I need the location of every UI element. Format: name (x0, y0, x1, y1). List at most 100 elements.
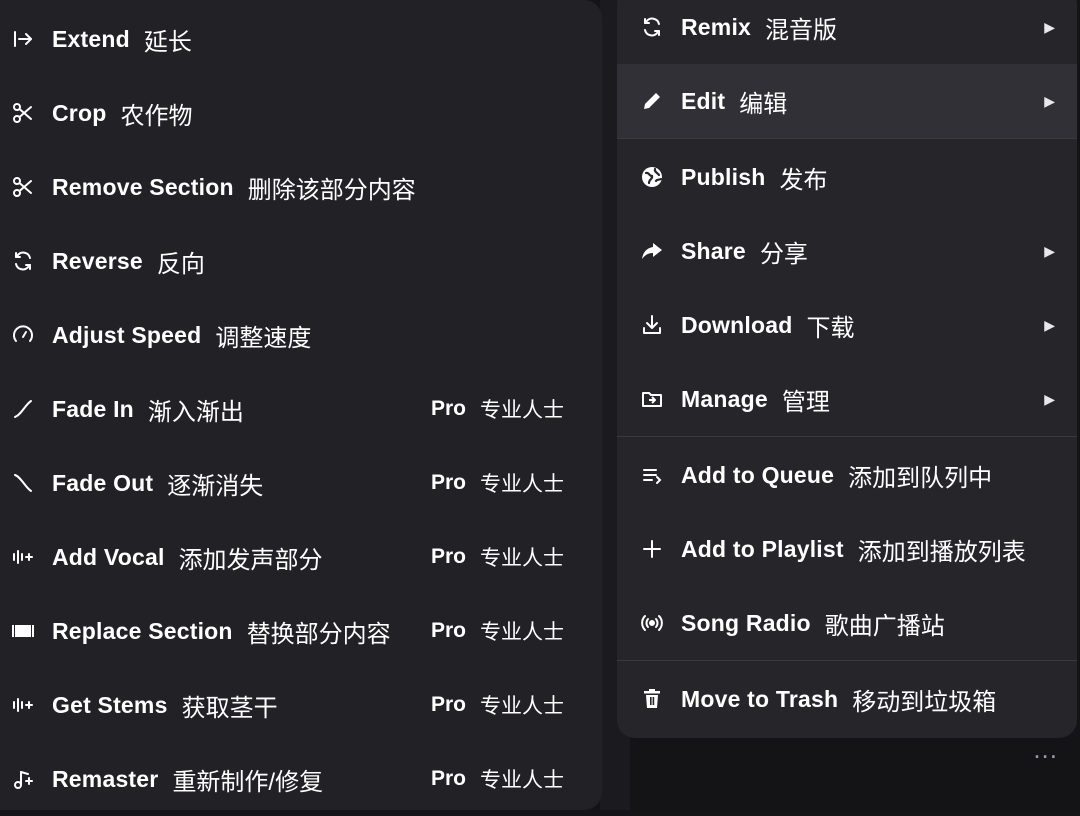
pro-badge: Pro 专业人士 (431, 690, 564, 720)
menu-item-label: Edit (681, 87, 726, 114)
menu-item-remix[interactable]: Remix 混音版 ▶ (617, 0, 1077, 64)
radio-icon (637, 608, 667, 638)
plus-icon (637, 534, 667, 564)
chevron-right-icon: ▶ (1044, 242, 1055, 259)
menu-item-label: Song Radio (681, 609, 811, 636)
menu-item-label: Add Vocal (52, 543, 165, 570)
menu-item-label: Add to Queue (681, 461, 835, 488)
menu-item-share[interactable]: Share 分享 ▶ (617, 214, 1077, 288)
menu-item-label: Remix (681, 13, 752, 40)
menu-item-reverse[interactable]: Reverse 反向 (0, 224, 602, 298)
pro-label: Pro (430, 693, 466, 716)
fade-out-icon (8, 468, 38, 498)
pencil-icon (637, 86, 667, 116)
menu-item-translation: 渐入渐出 (147, 398, 244, 426)
trash-icon (637, 684, 667, 714)
menu-item-label: Crop (52, 99, 107, 126)
menu-item-translation: 歌曲广播站 (824, 612, 945, 640)
pro-label: Pro (430, 545, 466, 568)
menu-divider (617, 660, 1077, 661)
menu-item-translation: 延长 (143, 28, 192, 56)
menu-item-label: Replace Section (52, 617, 233, 644)
fade-in-icon (8, 394, 38, 424)
pro-badge: Pro 专业人士 (431, 394, 564, 424)
queue-icon (637, 460, 667, 490)
menu-item-fade-in[interactable]: Fade In 渐入渐出 Pro 专业人士 (0, 372, 602, 446)
menu-item-add-vocal[interactable]: Add Vocal 添加发声部分 Pro 专业人士 (0, 520, 602, 594)
menu-item-manage[interactable]: Manage 管理 ▶ (617, 362, 1077, 436)
pro-translation: 专业人士 (480, 399, 564, 422)
menu-item-fade-out[interactable]: Fade Out 逐渐消失 Pro 专业人士 (0, 446, 602, 520)
menu-item-label: Add to Playlist (681, 535, 844, 562)
menu-divider (617, 138, 1077, 139)
pro-label: Pro (430, 471, 466, 494)
menu-item-replace-section[interactable]: Replace Section 替换部分内容 Pro 专业人士 (0, 594, 602, 668)
share-arrow-icon (637, 236, 667, 266)
menu-item-translation: 移动到垃圾箱 (852, 688, 997, 716)
pro-badge: Pro 专业人士 (431, 542, 564, 572)
menu-item-adjust-speed[interactable]: Adjust Speed 调整速度 (0, 298, 602, 372)
menu-item-label: Share (681, 237, 746, 264)
pro-badge: Pro 专业人士 (431, 764, 564, 794)
menu-item-translation: 逐渐消失 (167, 472, 264, 500)
menu-item-download[interactable]: Download 下载 ▶ (617, 288, 1077, 362)
pro-translation: 专业人士 (480, 621, 564, 644)
menu-item-label: Extend (52, 25, 130, 52)
menu-item-publish[interactable]: Publish 发布 (617, 140, 1077, 214)
menu-item-translation: 添加发声部分 (178, 546, 323, 574)
menu-item-extend[interactable]: Extend 延长 (0, 2, 602, 76)
remix-icon (637, 12, 667, 42)
menu-item-translation: 添加到播放列表 (857, 538, 1026, 566)
chevron-right-icon: ▶ (1044, 18, 1055, 35)
menu-item-translation: 混音版 (765, 16, 838, 44)
menu-item-song-radio[interactable]: Song Radio 歌曲广播站 (617, 586, 1077, 660)
menu-item-add-to-playlist[interactable]: Add to Playlist 添加到播放列表 (617, 512, 1077, 586)
menu-item-translation: 重新制作/修复 (172, 768, 324, 796)
edit-submenu: Extend 延长 Crop 农作物 Remove Section 删除该部分内… (0, 0, 602, 810)
waveform-add-icon (8, 690, 38, 720)
pro-translation: 专业人士 (480, 547, 564, 570)
reverse-icon (8, 246, 38, 276)
replace-section-icon (8, 616, 38, 646)
menu-item-label: Fade Out (52, 469, 154, 496)
menu-item-translation: 替换部分内容 (246, 620, 391, 648)
menu-item-translation: 反向 (156, 250, 205, 278)
pro-label: Pro (430, 767, 466, 790)
download-icon (637, 310, 667, 340)
menu-item-label: Remaster (52, 765, 159, 792)
scissors-icon (8, 172, 38, 202)
menu-item-label: Publish (681, 163, 766, 190)
folder-icon (637, 384, 667, 414)
pro-translation: 专业人士 (480, 473, 564, 496)
song-context-menu: Remix 混音版 ▶ Edit 编辑 ▶ Publish 发布 Share 分… (617, 0, 1077, 738)
globe-icon (637, 162, 667, 192)
menu-item-move-to-trash[interactable]: Move to Trash 移动到垃圾箱 (617, 662, 1077, 736)
pro-translation: 专业人士 (480, 769, 564, 792)
menu-item-label: Reverse (52, 247, 143, 274)
menu-item-add-to-queue[interactable]: Add to Queue 添加到队列中 (617, 438, 1077, 512)
pro-translation: 专业人士 (480, 695, 564, 718)
chevron-right-icon: ▶ (1044, 92, 1055, 109)
menu-divider (617, 436, 1077, 437)
menu-item-get-stems[interactable]: Get Stems 获取茎干 Pro 专业人士 (0, 668, 602, 742)
menu-item-remove-section[interactable]: Remove Section 删除该部分内容 (0, 150, 602, 224)
menu-item-crop[interactable]: Crop 农作物 (0, 76, 602, 150)
menu-item-remaster[interactable]: Remaster 重新制作/修复 Pro 专业人士 (0, 742, 602, 816)
menu-item-translation: 发布 (779, 166, 828, 194)
waveform-add-icon (8, 542, 38, 572)
music-note-sparkle-icon (8, 764, 38, 794)
menu-item-translation: 删除该部分内容 (247, 176, 416, 204)
pro-label: Pro (430, 397, 466, 420)
pro-badge: Pro 专业人士 (431, 468, 564, 498)
menu-item-label: Download (681, 311, 793, 338)
menu-item-translation: 添加到队列中 (848, 464, 993, 492)
more-options-icon[interactable]: ... (1033, 734, 1058, 765)
menu-item-translation: 管理 (781, 388, 830, 416)
chevron-right-icon: ▶ (1044, 316, 1055, 333)
menu-item-label: Adjust Speed (52, 321, 202, 348)
menu-item-label: Fade In (52, 395, 134, 422)
menu-item-translation: 农作物 (120, 102, 193, 130)
scissors-icon (8, 98, 38, 128)
menu-item-edit[interactable]: Edit 编辑 ▶ (617, 64, 1077, 138)
menu-item-label: Move to Trash (681, 685, 839, 712)
